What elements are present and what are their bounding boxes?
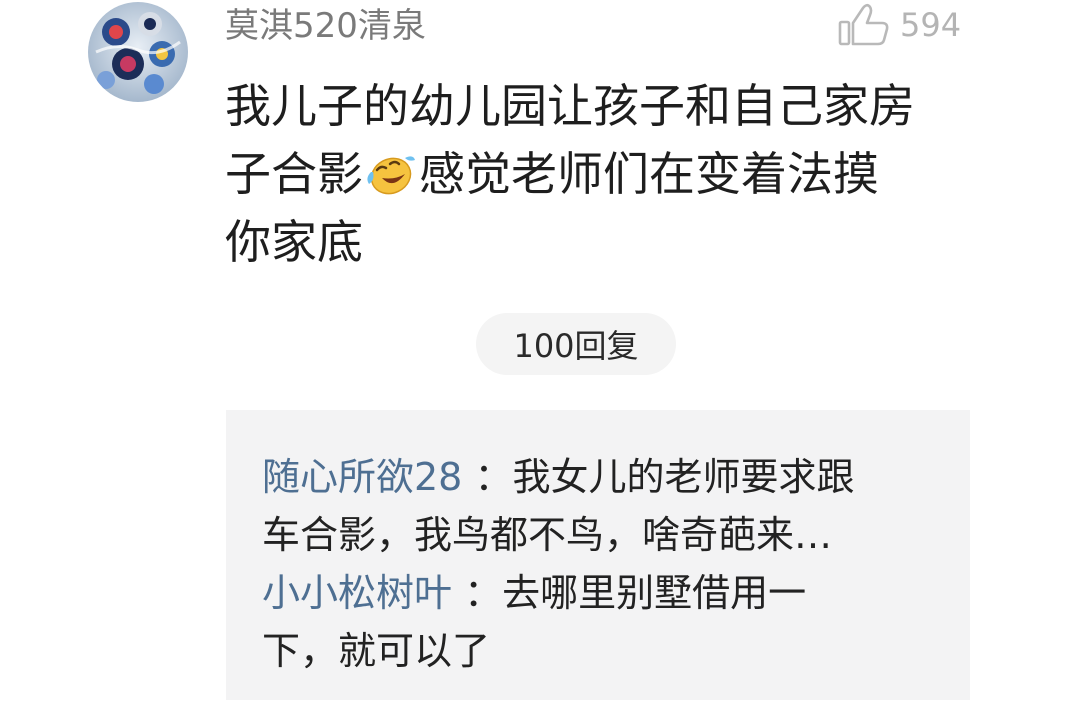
reply-line: 随心所欲28 ：我女儿的老师要求跟 [262, 448, 952, 506]
comment-text-line-with-emoji: 子合影 感觉老师们在变着法摸 [225, 140, 985, 208]
comment-username[interactable]: 莫淇520清泉 [225, 4, 426, 48]
like-count: 594 [900, 6, 962, 44]
comment-text-line: 我儿子的幼儿园让孩子和自己家房 [225, 79, 915, 133]
reply-item[interactable]: 小小松树叶 ：去哪里别墅借用一 下，就可以了 [262, 564, 952, 680]
reply-line: 小小松树叶 ：去哪里别墅借用一 [262, 564, 952, 622]
reply-separator: ： [474, 455, 513, 499]
reply-item[interactable]: 随心所欲28 ：我女儿的老师要求跟 车合影，我鸟都不鸟，啥奇葩来… [262, 448, 952, 564]
like-button[interactable]: 594 [836, 0, 961, 50]
reply-separator: ： [464, 571, 503, 615]
view-replies-button[interactable]: 100回复 [476, 313, 676, 375]
reply-text: 下，就可以了 [262, 629, 491, 673]
reply-username[interactable]: 小小松树叶 [262, 571, 452, 615]
thumbs-up-icon [836, 2, 892, 48]
comment-text-fragment: 子合影 [225, 147, 363, 201]
replies-preview[interactable]: 随心所欲28 ：我女儿的老师要求跟 车合影，我鸟都不鸟，啥奇葩来… 小小松树叶 … [226, 410, 970, 700]
comment-text-line: 你家底 [225, 215, 363, 269]
reply-text: 去哪里别墅借用一 [502, 571, 807, 615]
reply-username[interactable]: 随心所欲28 [262, 455, 462, 499]
laughing-crying-emoji-icon [365, 146, 417, 195]
avatar[interactable] [88, 2, 188, 102]
reply-text: 我女儿的老师要求跟 [512, 455, 855, 499]
comment-text-fragment: 感觉老师们在变着法摸 [419, 147, 879, 201]
avatar-image [88, 2, 188, 102]
comment-body: 我儿子的幼儿园让孩子和自己家房 子合影 感觉老师们在变着法摸 你家底 [225, 72, 985, 276]
reply-text: 车合影，我鸟都不鸟，啥奇葩来… [262, 513, 833, 557]
